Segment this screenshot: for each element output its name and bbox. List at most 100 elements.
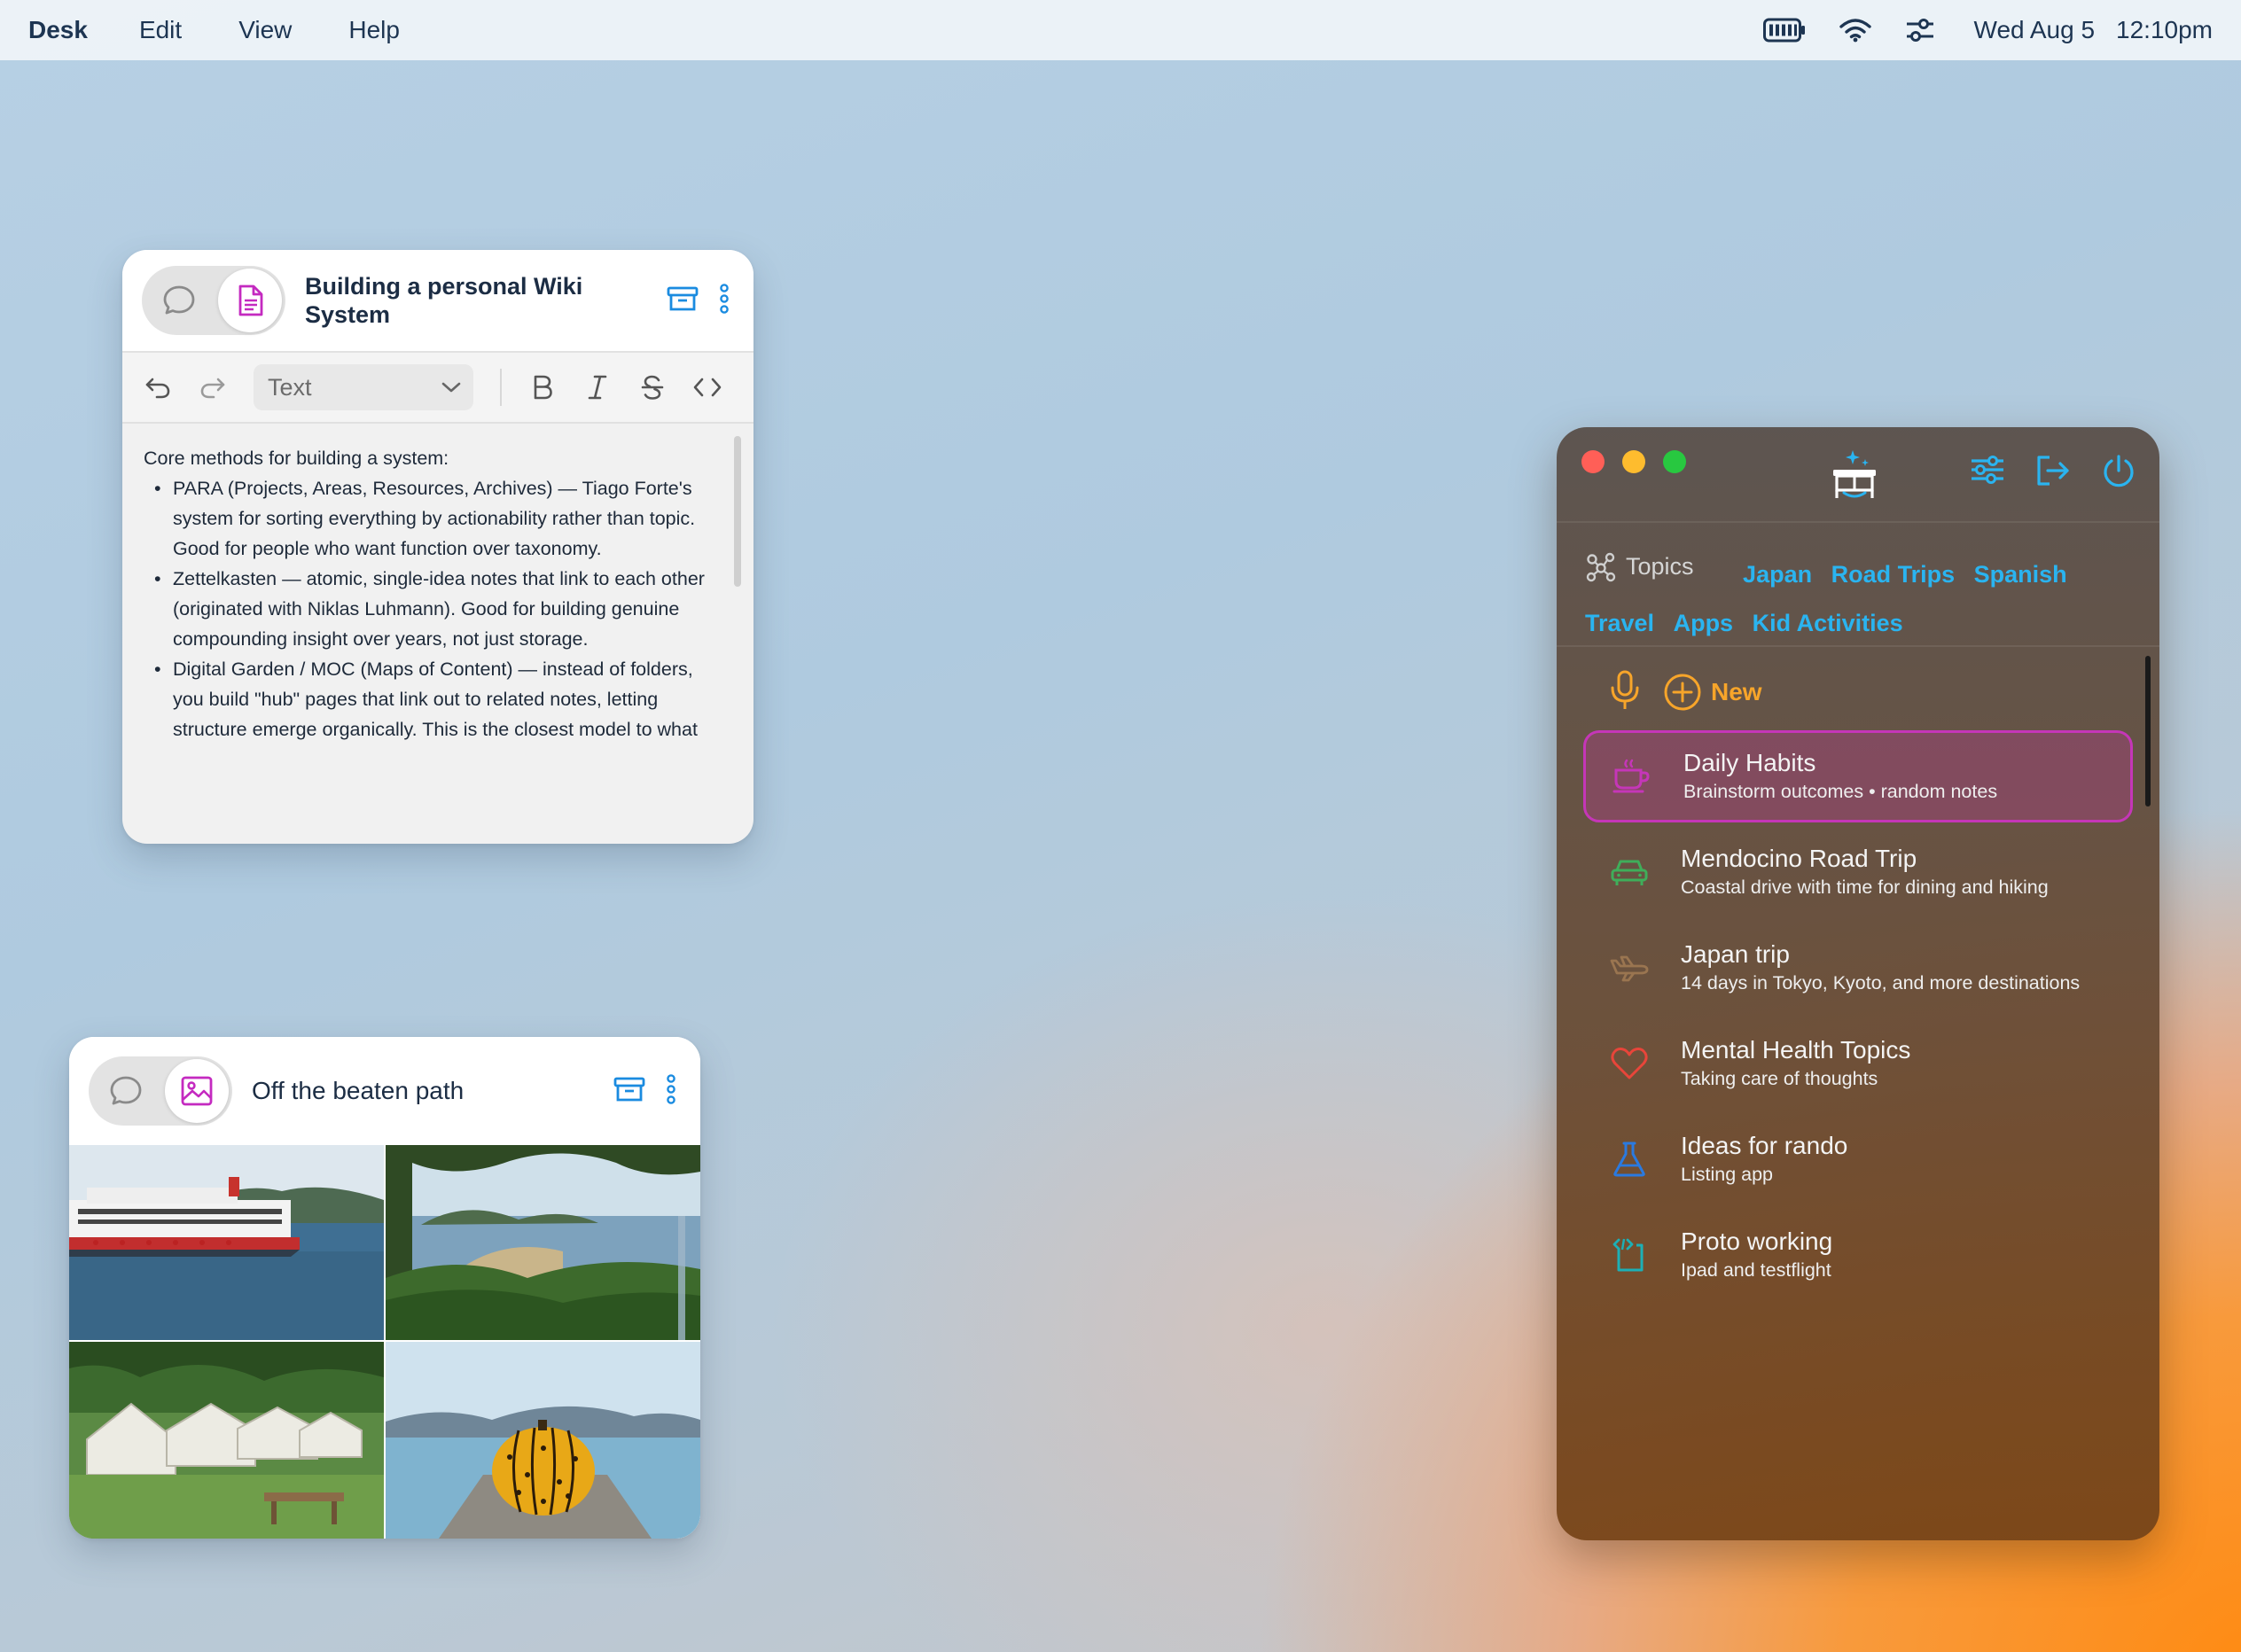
note-header: Off the beaten path <box>69 1037 700 1145</box>
app-menu-desk[interactable]: Desk <box>28 16 88 44</box>
note-header: Building a personal Wiki System <box>122 250 754 353</box>
topic-tag-apps[interactable]: Apps <box>1674 610 1734 636</box>
item-subtitle: Listing app <box>1681 1164 1773 1185</box>
desk-app-panel: Topics Japan Road Trips Spanish Travel A… <box>1557 427 2159 1540</box>
menu-view[interactable]: View <box>238 16 292 44</box>
chat-bubble-icon <box>110 1076 142 1105</box>
zoom-button[interactable] <box>1663 450 1686 473</box>
undo-icon[interactable] <box>144 373 172 401</box>
item-subtitle: Brainstorm outcomes • random notes <box>1683 781 1998 802</box>
chat-mode-button[interactable] <box>147 269 211 332</box>
close-button[interactable] <box>1581 450 1605 473</box>
topics-label: Topics <box>1626 553 1694 580</box>
list-item: PARA (Projects, Areas, Resources, Archiv… <box>144 473 727 564</box>
topic-tag-spanish[interactable]: Spanish <box>1974 561 2067 588</box>
microphone-icon[interactable] <box>1610 670 1640 715</box>
redo-icon[interactable] <box>199 373 227 401</box>
text-format-value: Text <box>268 373 312 401</box>
topic-tag-kid-activities[interactable]: Kid Activities <box>1753 610 1903 636</box>
bold-icon[interactable] <box>528 373 557 401</box>
new-note-label: New <box>1711 678 1762 705</box>
strikethrough-icon[interactable] <box>638 373 667 401</box>
heart-icon <box>1608 1042 1651 1085</box>
photo-note-window: Off the beaten path <box>69 1037 700 1539</box>
menu-edit[interactable]: Edit <box>139 16 182 44</box>
editor-toolbar: Text <box>122 353 754 424</box>
item-title: Mendocino Road Trip <box>1681 845 1917 872</box>
sign-out-icon[interactable] <box>2035 454 2071 494</box>
clock-time: 12:10pm <box>2116 16 2213 43</box>
note-title[interactable]: Building a personal Wiki System <box>285 272 667 329</box>
topic-tag-road-trips[interactable]: Road Trips <box>1831 561 1956 588</box>
list-item: Digital Garden / MOC (Maps of Content) —… <box>144 654 727 744</box>
photo-grid <box>69 1145 700 1539</box>
chat-mode-button[interactable] <box>94 1059 158 1123</box>
flask-icon <box>1608 1138 1651 1181</box>
power-icon[interactable] <box>2101 454 2136 494</box>
chat-bubble-icon <box>163 285 195 315</box>
menu-bar: Desk Edit View Help Wed Aug 5 12:10pm <box>0 0 2241 60</box>
chevron-down-icon <box>441 382 461 393</box>
list-item: Zettelkasten — atomic, single-idea notes… <box>144 564 727 654</box>
note-title[interactable]: Off the beaten path <box>232 1077 613 1105</box>
toolbar-divider <box>500 369 502 406</box>
menu-clock[interactable]: Wed Aug 5 12:10pm <box>1974 16 2213 44</box>
panel-titlebar <box>1557 427 2159 523</box>
note-intro: Core methods for building a system: <box>144 448 449 469</box>
topics-button[interactable]: Topics <box>1585 542 1694 591</box>
new-note-row: New <box>1583 665 2133 720</box>
list-item-proto-working[interactable]: Proto working Ipad and testflight <box>1583 1209 2133 1301</box>
code-file-icon <box>1608 1234 1651 1276</box>
topic-tag-travel[interactable]: Travel <box>1585 610 1654 636</box>
list-item-mental-health-topics[interactable]: Mental Health Topics Taking care of thou… <box>1583 1017 2133 1110</box>
code-icon[interactable] <box>693 373 722 401</box>
wiki-note-window: Building a personal Wiki System Text Cor… <box>122 250 754 844</box>
car-icon <box>1608 851 1651 893</box>
archive-icon[interactable] <box>613 1076 645 1107</box>
image-icon <box>181 1076 213 1106</box>
italic-icon[interactable] <box>583 373 612 401</box>
list-item-japan-trip[interactable]: Japan trip 14 days in Tokyo, Kyoto, and … <box>1583 922 2133 1014</box>
wifi-icon[interactable] <box>1839 18 1871 43</box>
item-subtitle: Taking care of thoughts <box>1681 1068 1878 1089</box>
topic-tag-japan[interactable]: Japan <box>1743 561 1812 588</box>
airplane-icon <box>1608 947 1651 989</box>
archive-icon[interactable] <box>667 285 699 316</box>
clock-date: Wed Aug 5 <box>1973 16 2096 43</box>
desk-logo-icon <box>1826 447 1883 508</box>
scrollbar[interactable] <box>734 436 741 587</box>
photo-ferry[interactable] <box>69 1145 384 1340</box>
item-subtitle: 14 days in Tokyo, Kyoto, and more destin… <box>1681 972 2081 994</box>
battery-icon[interactable] <box>1762 18 1806 43</box>
topics-filter: Topics Japan Road Trips Spanish Travel A… <box>1557 523 2159 647</box>
photo-yurts[interactable] <box>69 1342 384 1539</box>
topics-graph-icon <box>1586 552 1616 581</box>
scrollbar[interactable] <box>2145 656 2151 807</box>
new-note-button[interactable]: New <box>1663 673 1762 712</box>
text-format-select[interactable]: Text <box>254 364 473 410</box>
more-options-icon[interactable] <box>720 283 729 318</box>
control-sliders-icon[interactable] <box>1905 18 1935 43</box>
menu-help[interactable]: Help <box>348 16 400 44</box>
photo-coastal-view[interactable] <box>386 1145 700 1340</box>
list-item-daily-habits[interactable]: Daily Habits Brainstorm outcomes • rando… <box>1583 730 2133 822</box>
list-item-mendocino-road-trip[interactable]: Mendocino Road Trip Coastal drive with t… <box>1583 826 2133 918</box>
item-title: Mental Health Topics <box>1681 1036 1911 1064</box>
note-bullet-list: PARA (Projects, Areas, Resources, Archiv… <box>144 473 727 744</box>
more-options-icon[interactable] <box>667 1073 675 1109</box>
note-mode-toggle[interactable] <box>89 1056 232 1126</box>
item-title: Japan trip <box>1681 940 1790 968</box>
photo-yellow-pumpkin[interactable] <box>386 1342 700 1539</box>
document-mode-button[interactable] <box>218 269 282 332</box>
note-content[interactable]: Core methods for building a system: PARA… <box>122 424 754 840</box>
list-item-ideas-for-rando[interactable]: Ideas for rando Listing app <box>1583 1113 2133 1205</box>
document-icon <box>238 284 263 316</box>
minimize-button[interactable] <box>1622 450 1645 473</box>
settings-sliders-icon[interactable] <box>1970 454 2005 494</box>
plus-circle-icon <box>1664 674 1701 711</box>
note-mode-toggle[interactable] <box>142 266 285 335</box>
window-controls <box>1581 450 1686 473</box>
item-subtitle: Ipad and testflight <box>1681 1259 1831 1281</box>
image-mode-button[interactable] <box>165 1059 229 1123</box>
coffee-cup-icon <box>1611 755 1653 798</box>
